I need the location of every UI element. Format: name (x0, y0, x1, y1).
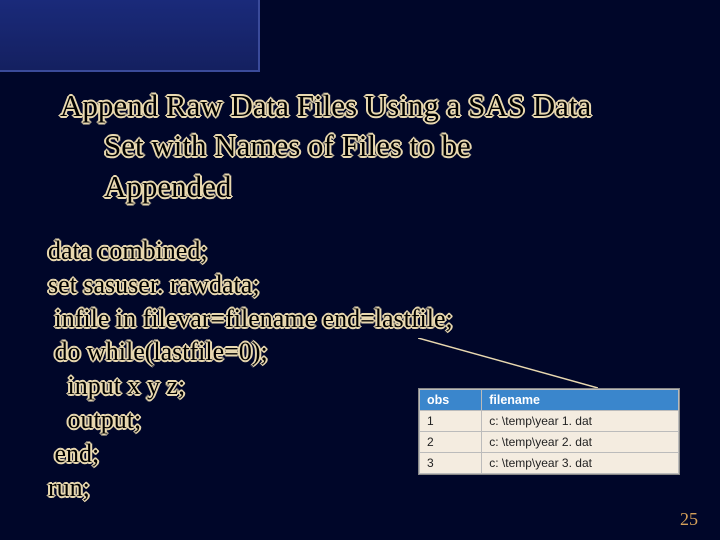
title-line-3: Appended (60, 167, 680, 207)
table-row: 3 c: \temp\year 3. dat (420, 453, 679, 474)
code-line: output; (48, 403, 453, 437)
table-header-row: obs filename (420, 390, 679, 411)
table-cell: c: \temp\year 2. dat (482, 432, 679, 453)
code-line: set sasuser. rawdata; (48, 268, 453, 302)
code-line: do while(lastfile=0); (48, 335, 453, 369)
slide-title: Append Raw Data Files Using a SAS Data S… (60, 86, 680, 207)
title-line-1: Append Raw Data Files Using a SAS Data (60, 88, 591, 123)
page-number: 25 (680, 509, 698, 530)
table-row: 1 c: \temp\year 1. dat (420, 411, 679, 432)
code-line: data combined; (48, 234, 453, 268)
code-line: run; (48, 471, 453, 505)
code-line: input x y z; (48, 369, 453, 403)
table-header-obs: obs (420, 390, 482, 411)
table-cell: 2 (420, 432, 482, 453)
table-cell: c: \temp\year 1. dat (482, 411, 679, 432)
code-line: end; (48, 437, 453, 471)
table-cell: c: \temp\year 3. dat (482, 453, 679, 474)
table-cell: 1 (420, 411, 482, 432)
table-header-filename: filename (482, 390, 679, 411)
code-line: infile in filevar=filename end=lastfile; (48, 302, 453, 336)
data-table: obs filename 1 c: \temp\year 1. dat 2 c:… (418, 388, 680, 475)
code-block: data combined; set sasuser. rawdata; inf… (48, 234, 453, 504)
corner-decoration (0, 0, 260, 72)
table-row: 2 c: \temp\year 2. dat (420, 432, 679, 453)
title-line-2: Set with Names of Files to be (60, 126, 680, 166)
table-cell: 3 (420, 453, 482, 474)
